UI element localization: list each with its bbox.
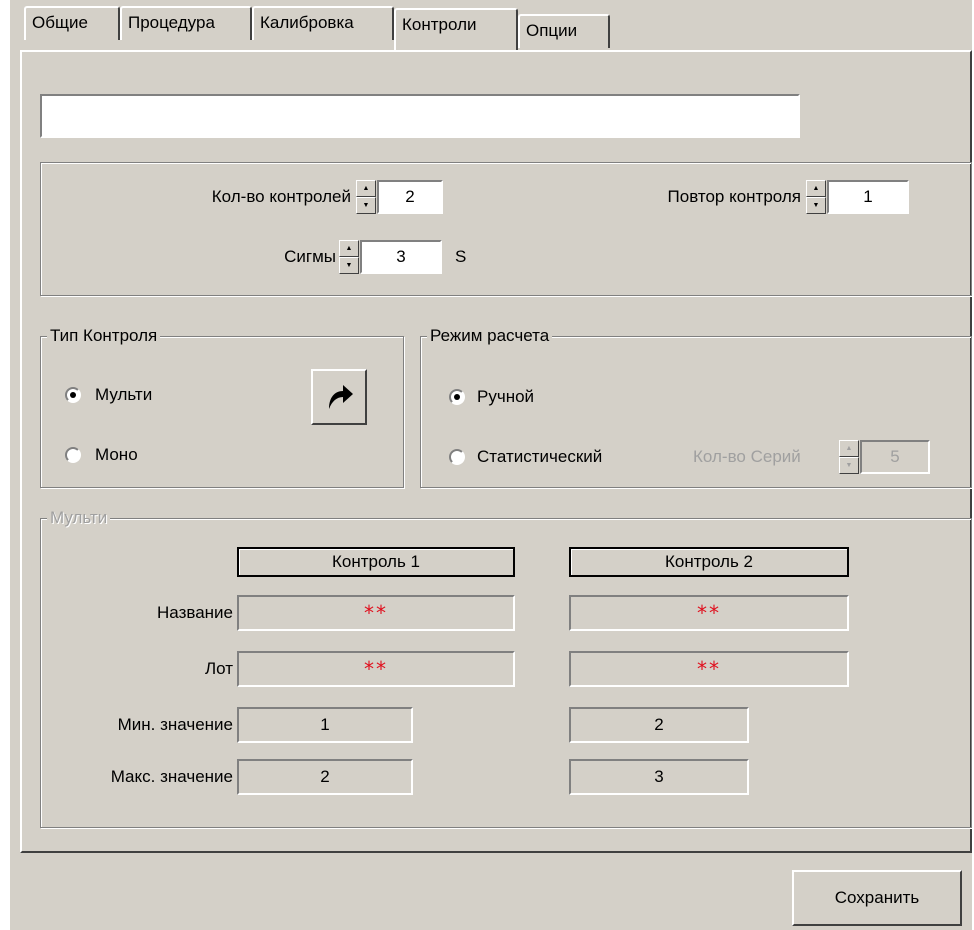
sigma-unit: S [455,247,467,266]
control1-lot-field[interactable]: ** [237,651,515,687]
redo-arrow-icon [329,385,353,409]
spin-down-icon[interactable]: ▼ [839,457,859,474]
control-count-label: Кол-во контролей [211,187,351,206]
control-type-group: Тип Контроля Мульти Моно [40,325,404,488]
multi-group: Мульти Контроль 1 Контроль 2 Название **… [40,507,972,828]
control2-max-field[interactable]: 3 [569,759,749,795]
series-count-label: Кол-во Серий [693,447,801,466]
control-count-input[interactable]: 2 [377,180,443,214]
spin-up-icon[interactable]: ▲ [339,240,359,257]
sigma-label: Сигмы [284,247,336,266]
control-count-spinner[interactable]: ▲ ▼ [356,180,376,214]
spin-down-icon[interactable]: ▼ [356,197,376,214]
radio-mono-label[interactable]: Моно [95,443,138,467]
multi-title: Мульти [47,507,111,529]
radio-multi[interactable] [65,387,81,403]
spin-up-icon[interactable]: ▲ [839,440,859,457]
control1-max-field[interactable]: 2 [237,759,413,795]
radio-manual[interactable] [449,389,465,405]
row-label-min: Мин. значение [117,715,233,734]
tab-controls-label: Контроли [402,15,477,34]
tab-controls[interactable]: Контроли [394,8,518,50]
tab-calibration[interactable]: Калибровка [252,6,394,40]
control2-min-field[interactable]: 2 [569,707,749,743]
name-input[interactable] [40,94,800,138]
control1-min-field[interactable]: 1 [237,707,413,743]
radio-manual-label[interactable]: Ручной [477,385,534,409]
calc-mode-group: Режим расчета Ручной Статистический Кол-… [420,325,972,488]
sigma-input[interactable]: 3 [360,240,442,274]
radio-multi-label[interactable]: Мульти [95,383,152,407]
repeat-control-label: Повтор контроля [667,187,801,206]
spin-down-icon[interactable]: ▼ [806,197,826,214]
radio-statistical-label[interactable]: Статистический [477,445,602,469]
tab-options[interactable]: Опции [518,14,610,48]
spin-up-icon[interactable]: ▲ [806,180,826,197]
repeat-control-spinner[interactable]: ▲ ▼ [806,180,826,214]
row-label-lot: Лот [204,659,233,678]
series-count-input[interactable]: 5 [860,440,930,474]
row-label-max: Макс. значение [110,767,233,786]
calc-mode-title: Режим расчета [427,325,553,347]
tab-calibration-label: Калибровка [260,13,354,32]
repeat-control-input[interactable]: 1 [827,180,909,214]
save-button[interactable]: Сохранить [792,870,962,926]
params-group: Кол-во контролей ▲ ▼ 2 Повтор контроля ▲… [40,162,972,296]
control2-name-field[interactable]: ** [569,595,849,631]
spin-down-icon[interactable]: ▼ [339,257,359,274]
tab-general-label: Общие [32,13,88,32]
control1-name-field[interactable]: ** [237,595,515,631]
tab-general[interactable]: Общие [24,6,120,40]
control2-lot-field[interactable]: ** [569,651,849,687]
tab-options-label: Опции [526,21,578,40]
row-label-name: Название [157,603,233,622]
control1-header: Контроль 1 [237,547,515,577]
apply-button[interactable] [311,369,367,425]
radio-mono[interactable] [65,447,81,463]
tab-procedure-label: Процедура [128,13,215,32]
control2-header: Контроль 2 [569,547,849,577]
control-type-title: Тип Контроля [47,325,161,347]
spin-up-icon[interactable]: ▲ [356,180,376,197]
series-count-spinner[interactable]: ▲ ▼ [839,440,859,474]
tab-procedure[interactable]: Процедура [120,6,252,40]
settings-window: Общие Процедура Калибровка Контроли Опци… [10,0,972,930]
sigma-spinner[interactable]: ▲ ▼ [339,240,359,274]
radio-statistical[interactable] [449,449,465,465]
